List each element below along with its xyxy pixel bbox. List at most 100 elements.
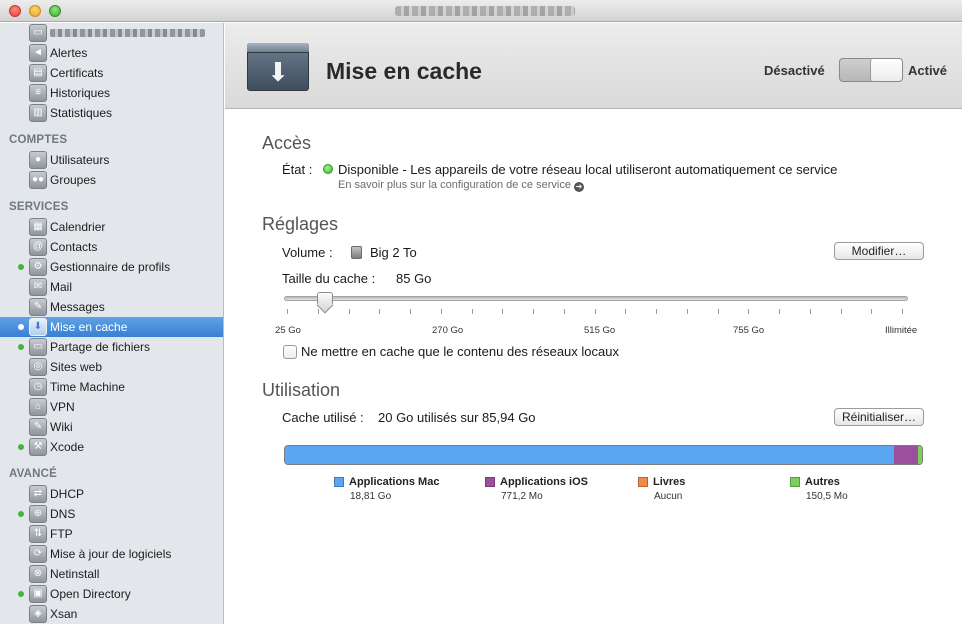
sidebar-item-calendrier[interactable]: ▦ Calendrier: [0, 217, 223, 237]
wiki-icon: ✎: [29, 418, 47, 436]
service-running-indicator: [18, 324, 24, 330]
service-toggle-switch[interactable]: [839, 58, 903, 82]
slider-tick: [287, 309, 288, 314]
sidebar-item-label: Gestionnaire de profils: [50, 260, 171, 274]
slider-tick: [410, 309, 411, 314]
local-networks-only-label[interactable]: Ne mettre en cache que le contenu des ré…: [301, 344, 619, 359]
sidebar-item-xcode[interactable]: ⚒ Xcode: [0, 437, 223, 457]
sidebar-item-label: DNS: [50, 507, 76, 521]
arrow-right-circle-icon[interactable]: ➔: [573, 182, 584, 192]
sidebar-item-mail[interactable]: ✉ Mail: [0, 277, 223, 297]
sidebar-item-contacts[interactable]: @ Contacts: [0, 237, 223, 257]
zoom-window-button[interactable]: [49, 5, 61, 17]
disk-icon: [351, 246, 362, 259]
legend-value: 18,81 Go: [350, 491, 392, 502]
slider-tick: [625, 309, 627, 314]
dns-icon: ⊕: [29, 505, 47, 523]
sidebar: ▭ ◄ Alertes ▤ Certificats ≡ Historiques ▥ Stati…: [0, 23, 224, 624]
sidebar-item-gestionnaire-de-profils[interactable]: ⚙ Gestionnaire de profils: [0, 257, 223, 277]
usage-segment-3: [917, 446, 922, 464]
service-running-indicator: [18, 511, 24, 517]
window-titlebar: [0, 0, 962, 22]
service-header: ⬇ Mise en cache Désactivé Activé: [225, 23, 962, 109]
slider-tick: [779, 309, 780, 314]
state-label: État :: [282, 162, 313, 177]
legend-value: Aucun: [654, 491, 683, 502]
sidebar-item-label: VPN: [50, 400, 75, 414]
slider-tick: [748, 309, 750, 314]
sidebar-item-alertes[interactable]: ◄ Alertes: [0, 43, 223, 63]
slider-tick: [502, 309, 504, 314]
sidebar-item-sites-web[interactable]: ◎ Sites web: [0, 357, 223, 377]
sidebar-item-open-directory[interactable]: ▣ Open Directory: [0, 584, 223, 604]
sidebar-item-netinstall[interactable]: ⊗ Netinstall: [0, 564, 223, 584]
legend-name: Livres: [653, 476, 686, 488]
sidebar-item-dhcp[interactable]: ⇄ DHCP: [0, 484, 223, 504]
ftp-icon: ⇅: [29, 525, 47, 543]
calendar-icon: ▦: [29, 218, 47, 236]
sidebar-item-server[interactable]: ▭: [0, 23, 223, 43]
messages-icon: ✎: [29, 298, 47, 316]
sidebar-item-statistiques[interactable]: ▥ Statistiques: [0, 103, 223, 123]
time-machine-icon: ◷: [29, 378, 47, 396]
cache-size-slider-thumb[interactable]: [316, 292, 334, 314]
sidebar-item-dns[interactable]: ⊕ DNS: [0, 504, 223, 524]
close-window-button[interactable]: [9, 5, 21, 17]
sidebar-item-historiques[interactable]: ≡ Historiques: [0, 83, 223, 103]
server-icon: ▭: [29, 24, 47, 42]
slider-tick-label: 25 Go: [275, 325, 301, 336]
legend-name: Autres: [805, 476, 840, 488]
sidebar-section-comptes: COMPTES: [9, 134, 68, 146]
service-running-indicator: [18, 264, 24, 270]
main-content: Accès État : Disponible - Les appareils …: [225, 110, 962, 624]
megaphone-icon: ◄: [29, 44, 47, 62]
slider-tick: [656, 309, 657, 314]
sidebar-item-label: Contacts: [50, 240, 98, 254]
sidebar-item-mise-en-cache[interactable]: ⬇ Mise en cache: [0, 317, 223, 337]
cache-size-value: 85 Go: [396, 271, 432, 286]
sidebar-item-label: Groupes: [50, 173, 97, 187]
modify-volume-button[interactable]: Modifier…: [834, 242, 924, 260]
sidebar-item-label: Xcode: [50, 440, 85, 454]
usage-segment-1: [894, 446, 918, 464]
sidebar-item-xsan[interactable]: ◈ Xsan: [0, 604, 223, 624]
cache-size-slider-track[interactable]: [284, 296, 908, 301]
learn-more-link[interactable]: En savoir plus sur la configuration de c…: [338, 179, 584, 192]
sidebar-item-partage-de-fichiers[interactable]: ▭ Partage de fichiers: [0, 337, 223, 357]
certificate-icon: ▤: [29, 64, 47, 82]
slider-tick: [809, 309, 811, 314]
service-running-indicator: [18, 444, 24, 450]
legend-swatch: [790, 477, 800, 487]
dhcp-icon: ⇄: [29, 485, 47, 503]
page-title: Mise en cache: [326, 58, 482, 84]
toggle-knob[interactable]: [870, 59, 902, 81]
minimize-window-button[interactable]: [29, 5, 41, 17]
sidebar-item-label: Mail: [50, 280, 73, 294]
mail-icon: ✉: [29, 278, 47, 296]
sidebar-item-time-machine[interactable]: ◷ Time Machine: [0, 377, 223, 397]
slider-tick-label: 270 Go: [432, 325, 464, 336]
learn-more-text[interactable]: En savoir plus sur la configuration de c…: [338, 179, 571, 191]
slider-tick: [440, 309, 442, 314]
sidebar-item-label: Messages: [50, 300, 105, 314]
section-heading-acces: Accès: [262, 133, 312, 153]
toggle-on-label: Activé: [908, 63, 948, 78]
sidebar-item-vpn[interactable]: ⌂ VPN: [0, 397, 223, 417]
sidebar-item-ftp[interactable]: ⇅ FTP: [0, 524, 223, 544]
contacts-icon: @: [29, 238, 47, 256]
sidebar-item-groupes[interactable]: ●● Groupes: [0, 170, 223, 190]
sidebar-item-utilisateurs[interactable]: ● Utilisateurs: [0, 150, 223, 170]
sidebar-item-certificats[interactable]: ▤ Certificats: [0, 63, 223, 83]
sidebar-item-mise-a-jour-de-logiciels[interactable]: ⟳ Mise à jour de logiciels: [0, 544, 223, 564]
profile-manager-icon: ⚙: [29, 258, 47, 276]
reset-cache-button[interactable]: Réinitialiser…: [834, 408, 924, 426]
slider-tick: [840, 309, 842, 314]
slider-tick-label: 515 Go: [584, 325, 616, 336]
vpn-icon: ⌂: [29, 398, 47, 416]
volume-label: Volume :: [282, 245, 333, 260]
sidebar-item-wiki[interactable]: ✎ Wiki: [0, 417, 223, 437]
local-networks-only-checkbox[interactable]: [283, 345, 297, 359]
sidebar-item-messages[interactable]: ✎ Messages: [0, 297, 223, 317]
software-update-icon: ⟳: [29, 545, 47, 563]
slider-tick: [871, 309, 873, 314]
